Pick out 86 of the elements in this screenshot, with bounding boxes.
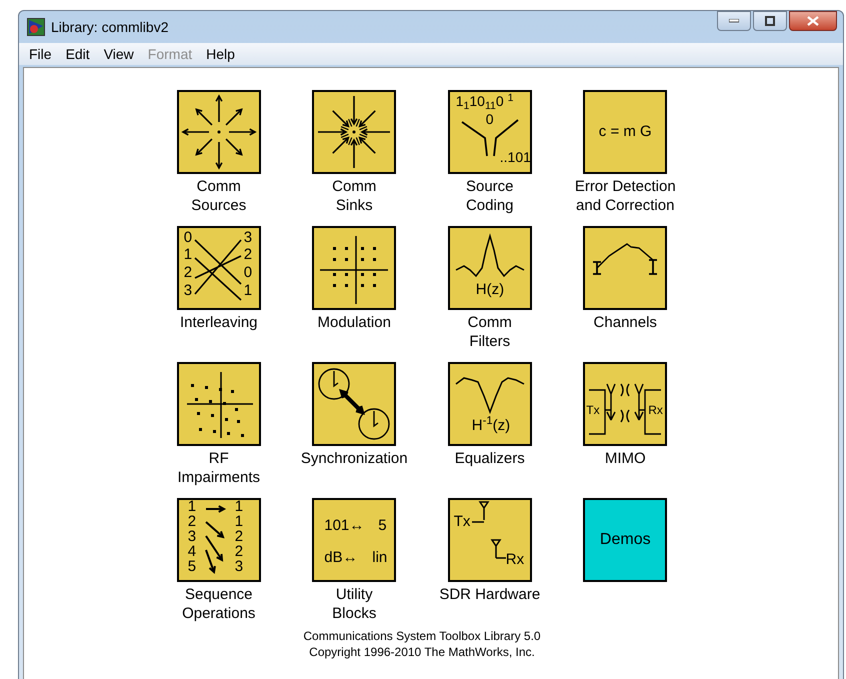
library-block[interactable]: 101↔ 5 dB↔ lin — [312, 498, 396, 582]
minimize-button[interactable] — [717, 11, 751, 31]
clocks-drawing — [318, 368, 390, 440]
sequence-arrows-drawing — [202, 504, 227, 576]
block-text: Tx — [454, 514, 470, 529]
library-block[interactable]: 0 1 2 3 3 2 0 1 — [176, 226, 261, 310]
sinc-wave-drawing — [455, 233, 524, 278]
block-label: SDR Hardware — [439, 585, 540, 604]
block-text: 3 — [184, 283, 192, 298]
block-text: H$^{-1}$(z) — [472, 418, 510, 433]
footer-text: Copyright 1996-2010 The MathWorks, Inc. — [308, 644, 536, 660]
notch-wave-drawing — [455, 377, 524, 414]
block-text: 101↔ — [324, 518, 364, 533]
block-label: Equalizers — [454, 449, 525, 468]
library-block[interactable]: c = m G — [583, 90, 668, 174]
block-label: Comm Filters — [468, 313, 512, 351]
crossing-lines-drawing — [194, 239, 242, 301]
antenna-link-drawing — [592, 243, 658, 275]
block-text: dB↔ — [324, 550, 358, 565]
block-text: lin — [372, 550, 388, 565]
block-text: 1 — [234, 514, 244, 529]
window-title: Library: commlibv2 — [51, 18, 168, 37]
block-text: 1 — [188, 500, 196, 514]
block-label: Comm Sources — [191, 177, 246, 215]
app-icon — [27, 18, 45, 36]
block-text: 1$_{1}$10$_{1}$$_{1}$0 $^{1}$ — [456, 94, 514, 108]
block-text: 2 — [244, 247, 252, 262]
block-text: 3 — [188, 529, 196, 544]
block-text: 5 — [378, 518, 387, 533]
block-label: Utility Blocks — [332, 585, 376, 623]
library-block[interactable]: H(z) — [448, 226, 532, 310]
menu-item[interactable]: File — [23, 44, 58, 64]
block-text: 4 — [188, 544, 196, 559]
maximize-icon — [765, 16, 775, 26]
library-block[interactable] — [583, 226, 668, 310]
block-label: Modulation — [318, 313, 391, 332]
block-text: ..101 — [500, 150, 530, 164]
block-text: Tx — [586, 404, 600, 416]
close-button[interactable] — [789, 11, 837, 31]
block-label: Source Coding — [466, 177, 514, 215]
block-label: Comm Sinks — [332, 177, 376, 215]
block-text: Rx — [506, 552, 524, 567]
constellation-drawing — [320, 236, 388, 304]
block-label: Error Detection and Correction — [574, 177, 676, 215]
menu-item[interactable]: Edit — [60, 44, 96, 64]
scatter-drawing — [186, 372, 253, 438]
block-text: Demos — [600, 530, 651, 550]
block-text: 2 — [234, 529, 244, 544]
library-block[interactable]: 1$_{1}$10$_{1}$$_{1}$0 $^{1}$ 0 ..101 — [448, 90, 532, 174]
block-label: Interleaving — [180, 313, 258, 332]
close-icon — [807, 16, 819, 26]
block-text: 3 — [234, 559, 244, 574]
block-text: 2 — [188, 514, 196, 529]
library-block[interactable] — [176, 362, 261, 446]
menu-item[interactable]: View — [98, 44, 140, 64]
library-block[interactable]: Tx Rx — [448, 498, 532, 582]
library-block[interactable] — [312, 362, 396, 446]
block-text: Rx — [648, 404, 663, 416]
library-block[interactable] — [312, 90, 396, 174]
footer-text: Communications System Toolbox Library 5.0 — [302, 628, 542, 644]
block-label: RF Impairments — [177, 449, 260, 487]
library-block[interactable]: Demos — [583, 498, 668, 582]
block-text: 1 — [234, 500, 244, 514]
block-label: Synchronization — [300, 449, 408, 468]
antennas-drawing — [472, 501, 506, 559]
block-text: 0 — [486, 112, 494, 126]
library-block[interactable] — [312, 226, 396, 310]
block-label: Sequence Operations — [182, 585, 256, 623]
library-block[interactable]: Tx Rx — [583, 362, 668, 446]
block-text: 1 — [244, 283, 252, 298]
block-text: 3 — [244, 230, 252, 245]
block-text: 2 — [234, 544, 244, 559]
block-text: 1 — [184, 247, 192, 262]
library-block[interactable]: 1 2 3 4 5 1 1 2 2 3 — [176, 498, 261, 582]
block-text: 5 — [188, 559, 196, 574]
menu-item[interactable]: Help — [200, 44, 241, 64]
block-text: 2 — [184, 265, 192, 280]
block-text: 0 — [184, 230, 192, 245]
library-block[interactable]: H$^{-1}$(z) — [448, 362, 532, 446]
block-text: c = m G — [598, 122, 652, 142]
maximize-button[interactable] — [753, 11, 787, 31]
block-label: MIMO — [604, 449, 646, 468]
block-label: Channels — [594, 313, 657, 332]
minimize-icon — [729, 19, 739, 23]
block-text: H(z) — [476, 282, 504, 297]
block-text: 0 — [244, 265, 252, 280]
